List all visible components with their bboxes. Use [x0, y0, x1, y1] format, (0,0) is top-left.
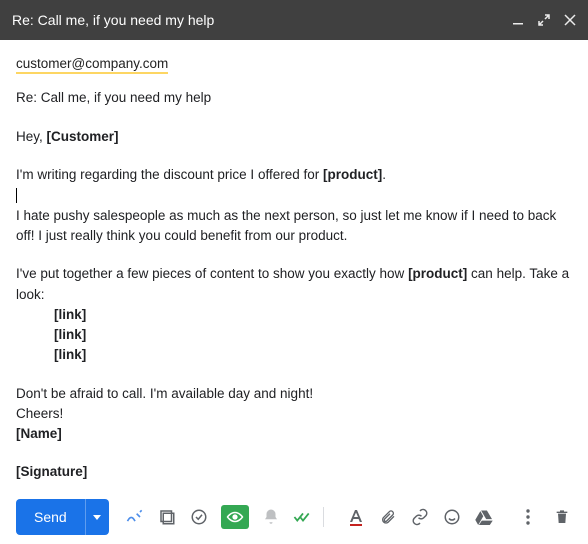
greeting-line: Hey, [Customer]: [16, 127, 572, 147]
minimize-icon[interactable]: [512, 14, 524, 26]
body-line-1: I'm writing regarding the discount price…: [16, 165, 572, 185]
link-1: [link]: [16, 305, 572, 325]
signature-pen-icon[interactable]: [125, 507, 145, 527]
send-button[interactable]: Send: [16, 499, 85, 535]
body-line-3: I've put together a few pieces of conten…: [16, 264, 572, 305]
compose-toolbar: Send: [0, 490, 588, 544]
send-more-button[interactable]: [85, 499, 109, 535]
closing-line: Don't be afraid to call. I'm available d…: [16, 384, 572, 404]
reminder-bell-icon[interactable]: [261, 507, 281, 527]
more-options-icon[interactable]: [518, 507, 538, 527]
emoji-icon[interactable]: [442, 507, 462, 527]
close-icon[interactable]: [564, 14, 576, 26]
send-group: Send: [16, 499, 109, 535]
signature-line: [Signature]: [16, 462, 572, 482]
trash-icon[interactable]: [552, 507, 572, 527]
link-3: [link]: [16, 345, 572, 365]
subject-field[interactable]: Re: Call me, if you need my help: [16, 90, 572, 105]
tracking-eye-icon[interactable]: [221, 505, 249, 529]
link-2: [link]: [16, 325, 572, 345]
double-check-icon[interactable]: [293, 507, 313, 527]
text-format-icon[interactable]: [346, 507, 366, 527]
email-body[interactable]: Hey, [Customer] I'm writing regarding th…: [16, 127, 572, 483]
window-title: Re: Call me, if you need my help: [12, 12, 512, 28]
tool-icons-right: [518, 507, 572, 527]
window-titlebar: Re: Call me, if you need my help: [0, 0, 588, 40]
to-field[interactable]: customer@company.com: [16, 56, 168, 74]
compose-content: customer@company.com Re: Call me, if you…: [0, 40, 588, 490]
name-line: [Name]: [16, 424, 572, 444]
task-check-icon[interactable]: [189, 507, 209, 527]
toolbar-separator: [323, 507, 324, 527]
tool-icons-format: [346, 507, 494, 527]
attach-icon[interactable]: [378, 507, 398, 527]
drive-icon[interactable]: [474, 507, 494, 527]
templates-icon[interactable]: [157, 507, 177, 527]
body-line-2: I hate pushy salespeople as much as the …: [16, 206, 572, 247]
link-icon[interactable]: [410, 507, 430, 527]
cheers-line: Cheers!: [16, 404, 572, 424]
window-controls: [512, 14, 576, 26]
expand-icon[interactable]: [538, 14, 550, 26]
tool-icons-left: [125, 505, 313, 529]
cursor-line: [16, 186, 572, 206]
